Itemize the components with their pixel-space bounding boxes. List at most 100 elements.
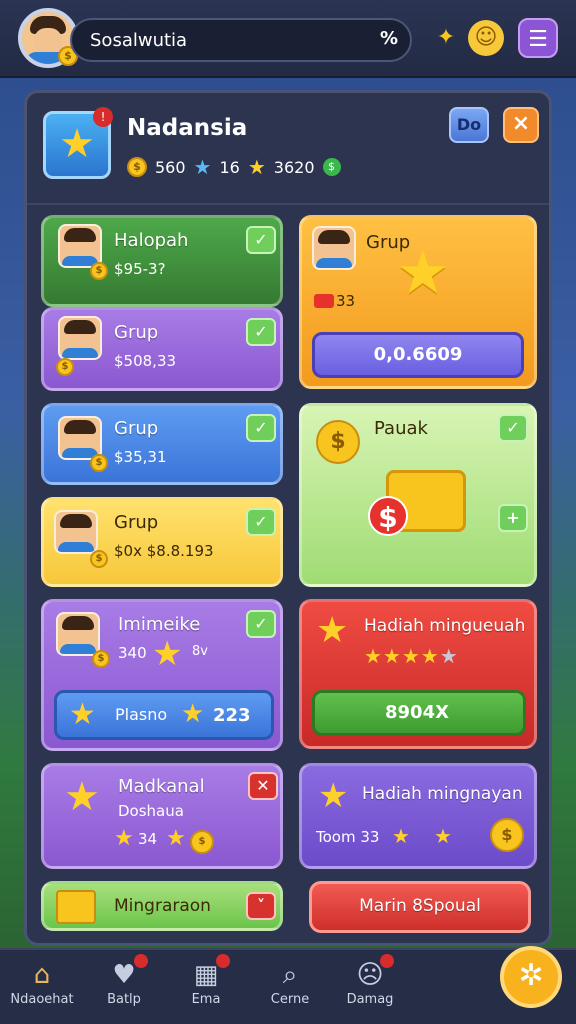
- avatar-icon: [54, 510, 98, 554]
- notification-dot-icon: [216, 954, 230, 968]
- card-small: 8v: [192, 644, 208, 659]
- search-icon: ⌕: [282, 960, 298, 990]
- card-title: Grup: [114, 512, 159, 533]
- card-halopah[interactable]: $ Halopah $95-3? ✓: [41, 215, 283, 307]
- reward-pill[interactable]: 8904X: [312, 690, 526, 736]
- do-button[interactable]: Do: [449, 107, 489, 143]
- star-count: 3620: [273, 157, 315, 177]
- card-value: 34: [138, 830, 158, 848]
- star-icon: ★: [166, 826, 186, 851]
- coin-count: 560: [155, 157, 186, 177]
- heart-icon: ♥: [112, 960, 136, 990]
- avatar-icon: [56, 612, 100, 656]
- nav-label: Ndaoehat: [10, 992, 74, 1007]
- check-icon[interactable]: ✓: [246, 318, 276, 346]
- nav-item-ema[interactable]: ▦ Ema: [166, 958, 246, 1007]
- nav-item-batlp[interactable]: ♥ Batlp: [84, 958, 164, 1007]
- chevron-down-icon[interactable]: ˅: [246, 892, 276, 920]
- avatar-icon: [58, 316, 102, 360]
- card-title: Madkanal: [118, 776, 205, 797]
- check-icon[interactable]: ✓: [246, 610, 276, 638]
- blue-star-count: 16: [219, 157, 240, 177]
- star-icon: ★: [69, 697, 96, 732]
- close-icon[interactable]: ✕: [248, 772, 278, 800]
- dollar-gift-icon: $: [368, 496, 408, 536]
- card-title: Grup: [114, 418, 159, 439]
- nav-label: Damag: [346, 992, 394, 1007]
- smiley-icon[interactable]: ☺: [468, 20, 504, 56]
- close-button[interactable]: ×: [503, 107, 539, 143]
- card-title: Imimeike: [118, 614, 201, 635]
- menu-icon[interactable]: ☰: [518, 18, 558, 58]
- star-icon: ★: [316, 610, 349, 651]
- chest-icon: [56, 890, 96, 924]
- card-hadiah-mingueuah[interactable]: ★ Hadiah mingueuah ★★★★★ 8904X: [299, 599, 537, 749]
- card-title: Pauak: [374, 418, 428, 439]
- star-icon: ★: [434, 824, 452, 848]
- title-text: Sosalwutia: [90, 30, 188, 51]
- coin-icon: $: [90, 550, 108, 568]
- nav-label: Batlp: [107, 992, 141, 1007]
- card-grup-1[interactable]: $ Grup $508,33 ✓: [41, 307, 283, 391]
- play-special-button[interactable]: Marin 8Spoual: [309, 881, 531, 933]
- header-stats: $ 560 ★ 16 ★ 3620 $: [127, 155, 341, 179]
- notification-dot-icon: [380, 954, 394, 968]
- check-icon[interactable]: ✓: [246, 226, 276, 254]
- nav-label: Ema: [191, 992, 221, 1007]
- star-icon: ★: [114, 826, 134, 851]
- star-icon: ★: [247, 155, 266, 179]
- pill-value: 223: [213, 705, 251, 726]
- plasno-button[interactable]: ★ Plasno ★ 223: [54, 690, 274, 740]
- title-bar-field[interactable]: Sosalwutia %: [70, 18, 412, 62]
- card-grup-right[interactable]: Grup ★ 33 0,0.6609: [299, 215, 537, 389]
- edit-icon[interactable]: %: [380, 28, 398, 49]
- star-icon: ★: [318, 776, 349, 816]
- pill-label: Plasno: [115, 705, 168, 724]
- card-sub: Doshaua: [118, 802, 184, 820]
- star-icon: ★: [181, 699, 205, 729]
- coin-icon: $: [92, 650, 110, 668]
- check-icon[interactable]: ✓: [246, 414, 276, 442]
- card-mingraraon[interactable]: Mingraraon ˅: [41, 881, 283, 931]
- card-grup-2[interactable]: $ Grup $35,31 ✓: [41, 403, 283, 485]
- card-madkanal[interactable]: ★ Madkanal Doshaua ★ 34 ★ $ ✕: [41, 763, 283, 869]
- pill-value: 8904X: [385, 702, 449, 723]
- main-panel: ★ ! Nadansia $ 560 ★ 16 ★ 3620 $ Do × $ …: [24, 90, 552, 946]
- card-value: $95-3?: [114, 260, 166, 278]
- home-icon: ⌂: [33, 960, 51, 990]
- nav-item-damag[interactable]: ☹ Damag: [330, 958, 410, 1007]
- coin-icon: $: [127, 157, 147, 177]
- plus-icon[interactable]: +: [498, 504, 528, 532]
- card-imimeike[interactable]: $ Imimeike 340 ★ 8v ✓ ★ Plasno ★ 223: [41, 599, 283, 751]
- progress-pill[interactable]: 0,0.6609: [312, 332, 524, 378]
- divider: [27, 203, 549, 205]
- star-icon: ★: [152, 634, 183, 674]
- card-hadiah-mingnayan[interactable]: ★ Hadiah mingnayan Toom 33 ★ ★ $: [299, 763, 537, 869]
- coin-icon: $: [90, 262, 108, 280]
- panel-header: ★ ! Nadansia $ 560 ★ 16 ★ 3620 $ Do ×: [27, 93, 549, 193]
- coin-icon: $: [90, 454, 108, 472]
- tools-icon[interactable]: ✦: [426, 18, 466, 58]
- chest-icon: [314, 294, 334, 308]
- settings-fab-button[interactable]: ✲: [500, 946, 562, 1008]
- rating-stars: ★★★★★: [364, 644, 459, 668]
- check-icon[interactable]: ✓: [246, 508, 276, 536]
- card-sub: Toom 33: [316, 828, 380, 846]
- nav-item-cerne[interactable]: ⌕ Cerne: [250, 958, 330, 1007]
- coin-icon: $: [190, 830, 214, 854]
- panel-title: Nadansia: [127, 115, 248, 141]
- card-pauak[interactable]: $ Pauak $ ✓ +: [299, 403, 537, 587]
- top-bar: $ Sosalwutia % ✦ ☺ ☰: [0, 0, 576, 78]
- nav-item-home[interactable]: ⌂ Ndaoehat: [2, 958, 82, 1007]
- coin-icon: $: [316, 420, 360, 464]
- card-count: 340: [118, 644, 147, 662]
- bottom-nav: ⌂ Ndaoehat ♥ Batlp ▦ Ema ⌕ Cerne ☹ Damag: [0, 948, 576, 1024]
- coin-icon: $: [490, 818, 524, 852]
- card-title: Hadiah mingueuah: [364, 616, 526, 636]
- notification-dot-icon: !: [93, 107, 113, 127]
- star-icon: ★: [392, 824, 410, 848]
- card-value: 33: [336, 292, 356, 310]
- check-icon[interactable]: ✓: [498, 414, 528, 442]
- gem-icon: $: [322, 158, 341, 176]
- card-grup-3[interactable]: $ Grup $0x $8.8.193 ✓: [41, 497, 283, 587]
